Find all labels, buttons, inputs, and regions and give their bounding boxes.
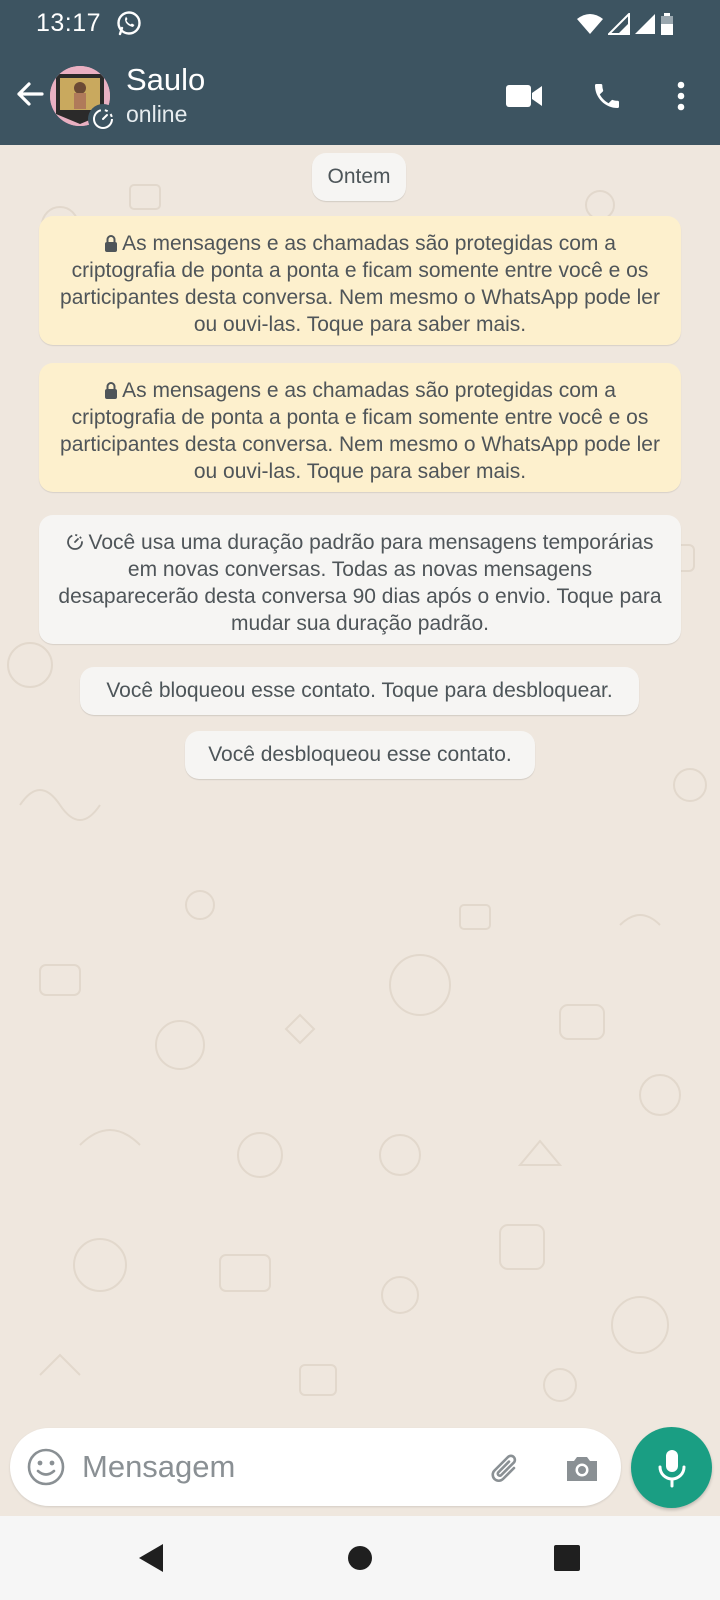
voice-call-button[interactable] — [585, 74, 629, 118]
signal-icon — [635, 14, 655, 34]
phone-icon — [595, 84, 619, 108]
home-circle-icon — [348, 1546, 372, 1570]
video-call-icon — [506, 85, 542, 107]
emoji-icon[interactable] — [26, 1447, 66, 1487]
back-arrow-icon[interactable] — [12, 76, 48, 112]
status-time: 13:17 — [36, 9, 102, 37]
encryption-notice-text: As mensagens e as chamadas são protegida… — [60, 232, 660, 336]
system-navigation-bar — [0, 1516, 720, 1600]
more-vert-icon — [677, 81, 685, 111]
message-composer — [10, 1428, 621, 1506]
recents-square-icon — [554, 1545, 580, 1571]
camera-icon[interactable] — [562, 1448, 602, 1488]
lock-icon — [105, 382, 118, 399]
voice-message-button[interactable] — [631, 1427, 712, 1508]
contact-status: online — [126, 101, 188, 127]
blocked-notice[interactable]: Você bloqueou esse contato. Toque para d… — [80, 667, 639, 715]
nav-recents-button[interactable] — [547, 1538, 587, 1578]
encryption-notice[interactable]: As mensagens e as chamadas são protegida… — [39, 363, 681, 492]
microphone-icon — [658, 1449, 685, 1487]
chat-app-bar: Saulo online — [0, 58, 720, 142]
whatsapp-icon — [117, 11, 141, 36]
nav-back-button[interactable] — [131, 1538, 171, 1578]
date-divider: Ontem — [312, 153, 406, 201]
video-call-button[interactable] — [502, 74, 546, 118]
timer-icon — [67, 534, 84, 550]
disappearing-timer-icon — [88, 104, 118, 134]
paperclip-icon[interactable] — [486, 1448, 526, 1488]
blocked-notice-text: Você bloqueou esse contato. Toque para d… — [106, 679, 613, 702]
date-label: Ontem — [327, 165, 391, 188]
unblocked-notice-text: Você desbloqueou esse contato. — [208, 743, 512, 766]
encryption-notice[interactable]: As mensagens e as chamadas são protegida… — [39, 216, 681, 345]
chat-area[interactable]: Ontem As mensagens e as chamadas são pro… — [0, 145, 720, 1423]
back-triangle-icon — [139, 1544, 163, 1572]
signal-icon — [608, 13, 630, 35]
disappearing-messages-notice[interactable]: Você usa uma duração padrão para mensage… — [39, 515, 681, 644]
more-options-button[interactable] — [659, 74, 703, 118]
disappearing-notice-text: Você usa uma duração padrão para mensage… — [58, 531, 662, 635]
unblocked-notice: Você desbloqueou esse contato. — [185, 731, 535, 779]
encryption-notice-text: As mensagens e as chamadas são protegida… — [60, 379, 660, 483]
nav-home-button[interactable] — [340, 1538, 380, 1578]
battery-icon — [661, 13, 673, 35]
top-bar: 13:17 Saulo online — [0, 0, 720, 145]
lock-icon — [105, 235, 118, 252]
system-icons — [576, 11, 674, 35]
wifi-icon — [577, 14, 603, 34]
contact-name[interactable]: Saulo — [126, 62, 205, 98]
status-bar: 13:17 — [0, 0, 720, 46]
message-input[interactable] — [82, 1442, 462, 1492]
